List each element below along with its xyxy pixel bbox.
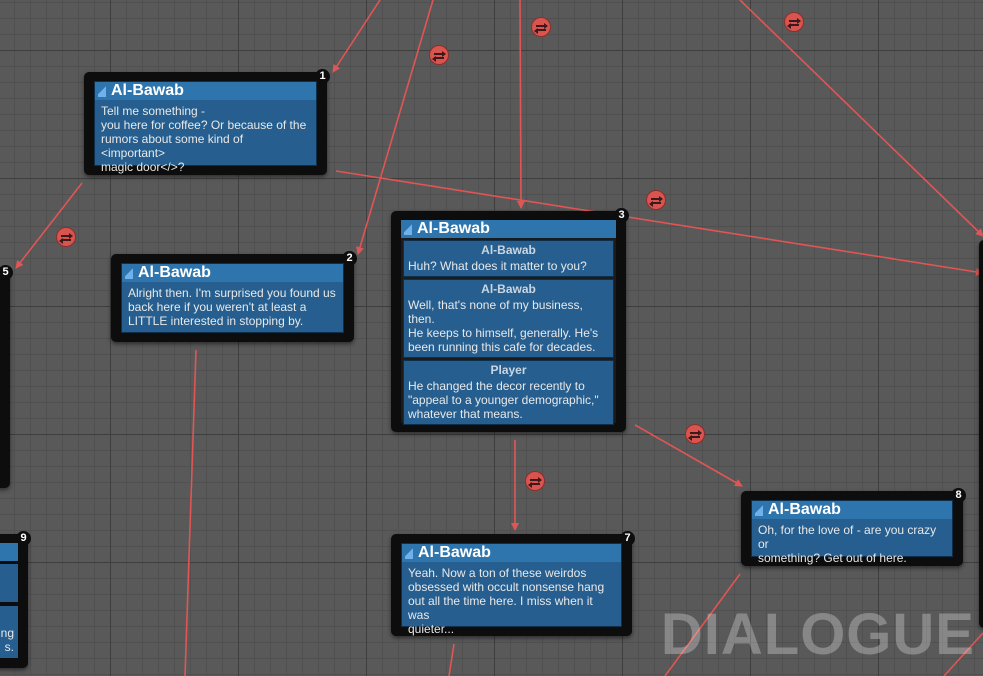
dialogue-node-offscreen-right[interactable] — [979, 240, 983, 628]
node-speaker: Al-Bawab — [401, 220, 616, 238]
node-number: 1 — [315, 69, 330, 84]
dialogue-fragment[interactable]: Al-Bawab Huh? What does it matter to you… — [403, 240, 614, 277]
dialogue-node-3[interactable]: 3 Al-Bawab Al-Bawab Huh? What does it ma… — [391, 208, 629, 432]
wire — [516, 0, 525, 209]
fragment-speaker: Al-Bawab — [481, 243, 536, 257]
graph-type-watermark: DIALOGUE — [660, 602, 975, 667]
node-number: 2 — [342, 251, 357, 266]
dialogue-node-8[interactable]: 8 Al-Bawab Oh, for the love of - are you… — [741, 488, 966, 566]
dialogue-node-7[interactable]: 7 Al-Bawab Yeah. Now a ton of these weir… — [391, 531, 635, 636]
condition-icon[interactable] — [685, 424, 705, 444]
condition-icon[interactable] — [56, 227, 76, 247]
condition-icon[interactable] — [531, 17, 551, 37]
speaker-icon — [125, 267, 133, 279]
fragment-speaker: Player — [490, 363, 527, 377]
speaker-icon — [98, 85, 106, 97]
condition-icon[interactable] — [429, 45, 449, 65]
condition-icon[interactable] — [784, 12, 804, 32]
node-number: 7 — [620, 531, 635, 546]
speaker-icon — [755, 504, 763, 516]
node-text: Alright then. I'm surprised you found us… — [128, 286, 336, 328]
node-text: Oh, for the love of - are you crazy or s… — [758, 523, 937, 565]
node-number: 8 — [951, 488, 966, 503]
node-text: Yeah. Now a ton of these weirdos obsesse… — [408, 566, 605, 636]
fragment-text: Well, that's none of my business, then. … — [408, 298, 599, 354]
node-speaker: Al-Bawab — [402, 544, 621, 562]
condition-icon[interactable] — [525, 471, 545, 491]
dialogue-node-9[interactable]: 9 ng s. — [0, 531, 31, 668]
dialogue-node-2[interactable]: 2 Al-Bawab Alright then. I'm surprised y… — [111, 251, 357, 342]
dialogue-fragment[interactable]: Al-Bawab Well, that's none of my busines… — [403, 279, 614, 358]
fragment-text: ng s. — [0, 606, 18, 658]
wire — [15, 182, 83, 269]
wire — [184, 349, 197, 676]
node-speaker: Al-Bawab — [752, 501, 952, 519]
wire — [448, 643, 455, 676]
fragment-speaker: Al-Bawab — [481, 282, 536, 296]
node-number: 3 — [614, 208, 629, 223]
dialogue-node-1[interactable]: 1 Al-Bawab Tell me something - you here … — [84, 69, 330, 175]
node-speaker: Al-Bawab — [95, 82, 316, 100]
node-text: Tell me something - you here for coffee?… — [101, 104, 307, 174]
wire — [739, 0, 983, 237]
node-speaker: Al-Bawab — [122, 264, 343, 282]
dialogue-fragment[interactable]: Player He changed the decor recently to … — [403, 360, 614, 425]
condition-icon[interactable] — [646, 190, 666, 210]
speaker-icon — [404, 223, 412, 235]
wire — [332, 0, 381, 73]
speaker-icon — [405, 547, 413, 559]
fragment-text: Huh? What does it matter to you? — [408, 259, 587, 273]
dialogue-node-5[interactable]: 5 — [0, 265, 13, 488]
fragment-text: He changed the decor recently to "appeal… — [408, 379, 599, 421]
node-number: 9 — [16, 531, 31, 546]
